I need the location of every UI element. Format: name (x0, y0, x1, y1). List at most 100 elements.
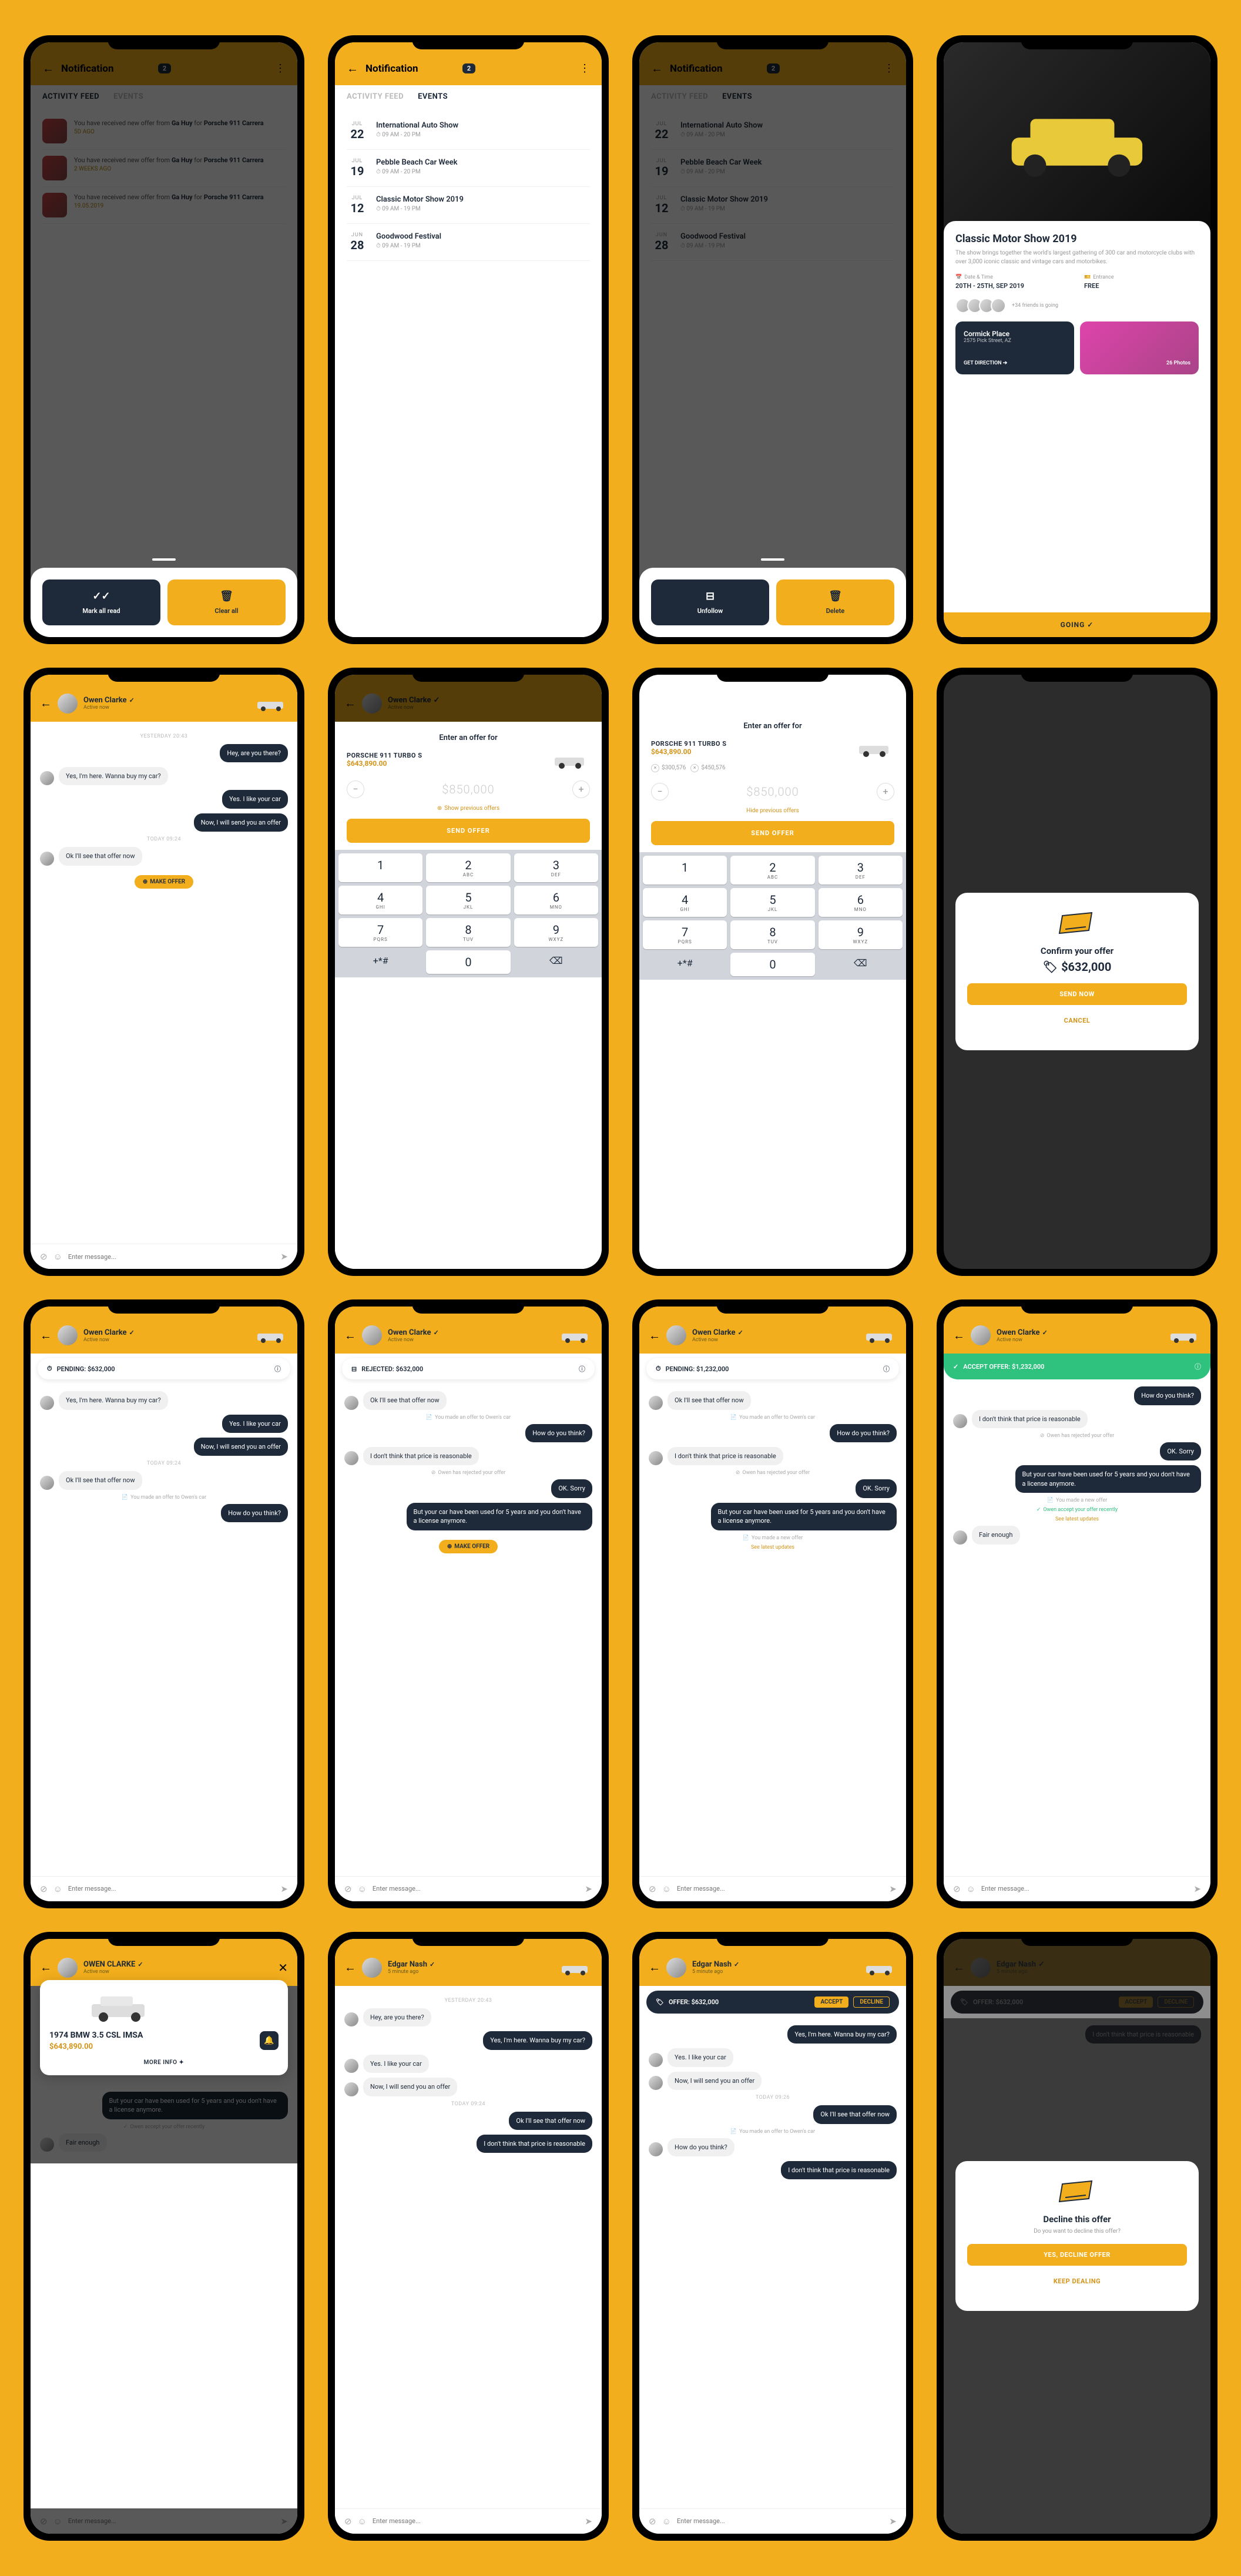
messages[interactable]: Ok I'll see that offer now 📄 You made an… (639, 1384, 906, 1876)
more-icon[interactable]: ⋮ (275, 62, 286, 75)
photos-card[interactable]: 26 Photos (1080, 321, 1199, 374)
avatar[interactable] (666, 1958, 686, 1978)
attach-icon[interactable]: ⊘ (40, 1251, 48, 1262)
send-now-button[interactable]: SEND NOW (967, 983, 1187, 1005)
emoji-icon[interactable]: ☺ (53, 1251, 62, 1262)
notify-button[interactable]: 🔔 (260, 2031, 279, 2050)
emoji-icon[interactable]: ☺ (53, 1884, 62, 1894)
message-input[interactable] (68, 1253, 275, 1261)
more-info-button[interactable]: MORE INFO ✦ (49, 2059, 279, 2066)
messages[interactable]: YESTERDAY 20:43 Hey, are you there? Yes,… (335, 1986, 602, 2508)
back-icon[interactable]: ← (344, 1328, 356, 1343)
increase-button[interactable]: + (572, 780, 590, 798)
event-item[interactable]: JUN28Goodwood Festival⏱ 09 AM - 19 PM (347, 224, 590, 261)
messages[interactable]: Yes, I'm here. Wanna buy my car? Yes. I … (31, 1384, 297, 1876)
messages[interactable]: How do you think? I don't think that pri… (944, 1379, 1210, 1876)
close-icon[interactable]: ✕ (278, 1961, 288, 1975)
avatar[interactable] (971, 1325, 991, 1345)
feed-item[interactable]: You have received new offer from Ga Huy … (42, 187, 286, 224)
messages[interactable]: Yes, I'm here. Wanna buy my car? Yes. I … (639, 2018, 906, 2508)
key-symbols[interactable]: +*# (338, 950, 422, 974)
show-previous-link[interactable]: ⊕ Show previous offers (335, 805, 602, 819)
key-5[interactable]: 5JKL (426, 886, 510, 915)
car-thumb[interactable] (557, 1326, 592, 1344)
back-icon[interactable]: ← (651, 61, 663, 76)
unfollow-button[interactable]: ⊟Unfollow (651, 579, 769, 625)
decline-button[interactable]: DECLINE (853, 1997, 890, 2008)
delete-button[interactable]: 🗑Delete (776, 579, 894, 625)
avatar[interactable] (666, 1325, 686, 1345)
event-item[interactable]: JUL19Pebble Beach Car Week⏱ 09 AM - 20 P… (347, 150, 590, 187)
increase-button[interactable]: + (877, 783, 894, 800)
clear-all-button[interactable]: 🗑Clear all (167, 579, 286, 625)
hide-previous-link[interactable]: Hide previous offers (639, 808, 906, 821)
back-icon[interactable]: ← (40, 696, 52, 711)
car-thumb[interactable] (861, 1959, 897, 1977)
back-icon[interactable]: ← (953, 1328, 965, 1343)
tab-events[interactable]: EVENTS (113, 92, 143, 101)
offer-chip[interactable]: ×$450,576 (690, 764, 725, 772)
avatar[interactable] (58, 694, 78, 713)
back-icon[interactable]: ← (649, 1960, 660, 1975)
more-icon[interactable]: ⋮ (884, 62, 894, 75)
feed-item[interactable]: You have received new offer from Ga Huy … (42, 150, 286, 187)
feed-item[interactable]: You have received new offer from Ga Huy … (42, 113, 286, 150)
key-8[interactable]: 8TUV (426, 918, 510, 947)
modal-overlay[interactable]: Confirm your offer 🏷 $632,000 SEND NOW C… (944, 675, 1210, 1269)
friends-going[interactable]: +34 friends is going (955, 298, 1199, 313)
key-3[interactable]: 3DEF (514, 853, 598, 882)
accept-offer-bar[interactable]: ✓ACCEPT OFFER: $1,232,000ⓘ (944, 1354, 1210, 1379)
back-icon[interactable]: ← (649, 1328, 660, 1343)
more-icon[interactable]: ⋮ (579, 62, 590, 75)
info-icon[interactable]: ⓘ (883, 1364, 890, 1374)
send-offer-button[interactable]: SEND OFFER (651, 821, 894, 845)
mark-all-read-button[interactable]: ✓✓Mark all read (42, 579, 160, 625)
offer-status-bar[interactable]: ⊟REJECTED: $632,000ⓘ (342, 1358, 595, 1379)
back-icon[interactable]: ← (347, 61, 358, 76)
yes-decline-button[interactable]: YES, DECLINE OFFER (967, 2244, 1187, 2266)
key-4[interactable]: 4GHI (338, 886, 422, 915)
event-item[interactable]: JUL22International Auto Show⏱ 09 AM - 20… (347, 113, 590, 150)
send-icon[interactable]: ➤ (280, 1251, 288, 1262)
make-offer-button[interactable]: ⊕ MAKE OFFER (439, 1540, 498, 1553)
offer-chip[interactable]: ×$300,576 (651, 764, 686, 772)
location-card[interactable]: Cormick Place2575 Pick Street, AZ GET DI… (955, 321, 1074, 374)
car-thumb[interactable] (861, 1326, 897, 1344)
tab-activity[interactable]: ACTIVITY FEED (42, 92, 99, 101)
x-icon[interactable]: × (651, 764, 659, 772)
car-thumb[interactable] (1166, 1326, 1201, 1344)
back-icon[interactable]: ← (40, 1328, 52, 1343)
key-2[interactable]: 2ABC (426, 853, 510, 882)
accept-button[interactable]: ACCEPT (814, 1997, 848, 2008)
car-thumb[interactable] (557, 1959, 592, 1977)
see-latest-link[interactable]: See latest updates (649, 1545, 897, 1550)
key-7[interactable]: 7PQRS (338, 918, 422, 947)
avatar[interactable] (58, 1325, 78, 1345)
info-icon[interactable]: ⓘ (1195, 1362, 1201, 1371)
offer-status-bar[interactable]: ⏱PENDING: $1,232,000ⓘ (646, 1358, 899, 1379)
amount-display[interactable]: $850,000 (370, 782, 566, 796)
key-1[interactable]: 1 (338, 853, 422, 882)
car-thumb[interactable] (253, 1326, 288, 1344)
key-0[interactable]: 0 (426, 950, 510, 974)
send-icon[interactable]: ➤ (280, 1884, 288, 1894)
info-icon[interactable]: ⓘ (274, 1364, 281, 1374)
keep-dealing-button[interactable]: KEEP DEALING (967, 2270, 1187, 2292)
tab-activity[interactable]: ACTIVITY FEED (347, 92, 404, 101)
tab-events[interactable]: EVENTS (418, 92, 448, 101)
avatar[interactable] (58, 1958, 78, 1978)
see-latest-link[interactable]: See latest updates (953, 1516, 1201, 1522)
send-offer-button[interactable]: SEND OFFER (347, 819, 590, 843)
messages[interactable]: YESTERDAY 20:43 Hey, are you there? Yes,… (31, 722, 297, 1244)
decrease-button[interactable]: − (651, 783, 669, 800)
going-button[interactable]: GOING ✓ (944, 612, 1210, 637)
amount-display[interactable]: $850,000 (675, 785, 871, 799)
avatar[interactable] (362, 1958, 382, 1978)
key-backspace[interactable]: ⌫ (514, 950, 598, 974)
key-9[interactable]: 9WXYZ (514, 918, 598, 947)
offer-status-bar[interactable]: ⏱PENDING: $632,000ⓘ (38, 1358, 290, 1379)
back-icon[interactable]: ← (40, 1960, 52, 1975)
info-icon[interactable]: ⓘ (579, 1364, 585, 1374)
back-icon[interactable]: ← (42, 61, 54, 76)
messages[interactable]: Ok I'll see that offer now 📄 You made an… (335, 1384, 602, 1876)
